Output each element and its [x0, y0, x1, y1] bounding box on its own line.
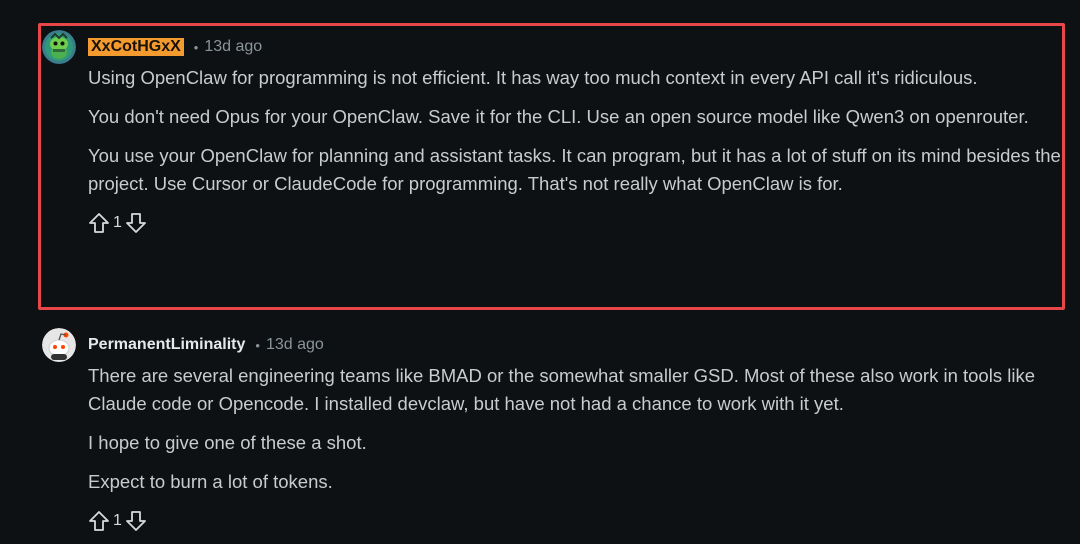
comment-header: PermanentLiminality • 13d ago: [42, 328, 1063, 362]
comment-body: Using OpenClaw for programming is not ef…: [88, 64, 1063, 198]
comment-paragraph: I hope to give one of these a shot.: [88, 432, 367, 453]
timestamp[interactable]: 13d ago: [266, 336, 324, 354]
author-name[interactable]: XxCotHGxX: [88, 38, 184, 56]
comment-paragraph: You don't need Opus for your OpenClaw. S…: [88, 106, 1029, 127]
arrow-up-icon[interactable]: [88, 212, 110, 234]
avatar[interactable]: [42, 30, 76, 64]
avatar[interactable]: [42, 328, 76, 362]
arrow-up-icon[interactable]: [88, 510, 110, 532]
timestamp[interactable]: 13d ago: [204, 38, 262, 56]
comment-paragraph: Using OpenClaw for programming is not ef…: [88, 67, 978, 88]
comment: PermanentLiminality • 13d ago There are …: [42, 328, 1063, 535]
vote-score: 1: [113, 214, 122, 231]
vote-bar: 1: [88, 507, 1063, 535]
separator-dot: •: [255, 337, 260, 353]
arrow-down-icon[interactable]: [125, 510, 147, 532]
separator-dot: •: [193, 39, 199, 55]
vote-score: 1: [113, 512, 122, 529]
comment: XxCotHGxX • 13d ago Using OpenClaw for p…: [42, 30, 1063, 237]
comment-paragraph: Expect to burn a lot of tokens.: [88, 471, 333, 492]
author-name[interactable]: PermanentLiminality: [88, 336, 245, 354]
vote-bar: 1: [88, 209, 1063, 237]
comment-paragraph: There are several engineering teams like…: [88, 365, 1035, 414]
comment-body: There are several engineering teams like…: [88, 362, 1063, 496]
comment-header: XxCotHGxX • 13d ago: [42, 30, 1063, 64]
comment-thread: XxCotHGxX • 13d ago Using OpenClaw for p…: [0, 0, 1080, 544]
arrow-down-icon[interactable]: [125, 212, 147, 234]
comment-paragraph: You use your OpenClaw for planning and a…: [88, 145, 1061, 194]
